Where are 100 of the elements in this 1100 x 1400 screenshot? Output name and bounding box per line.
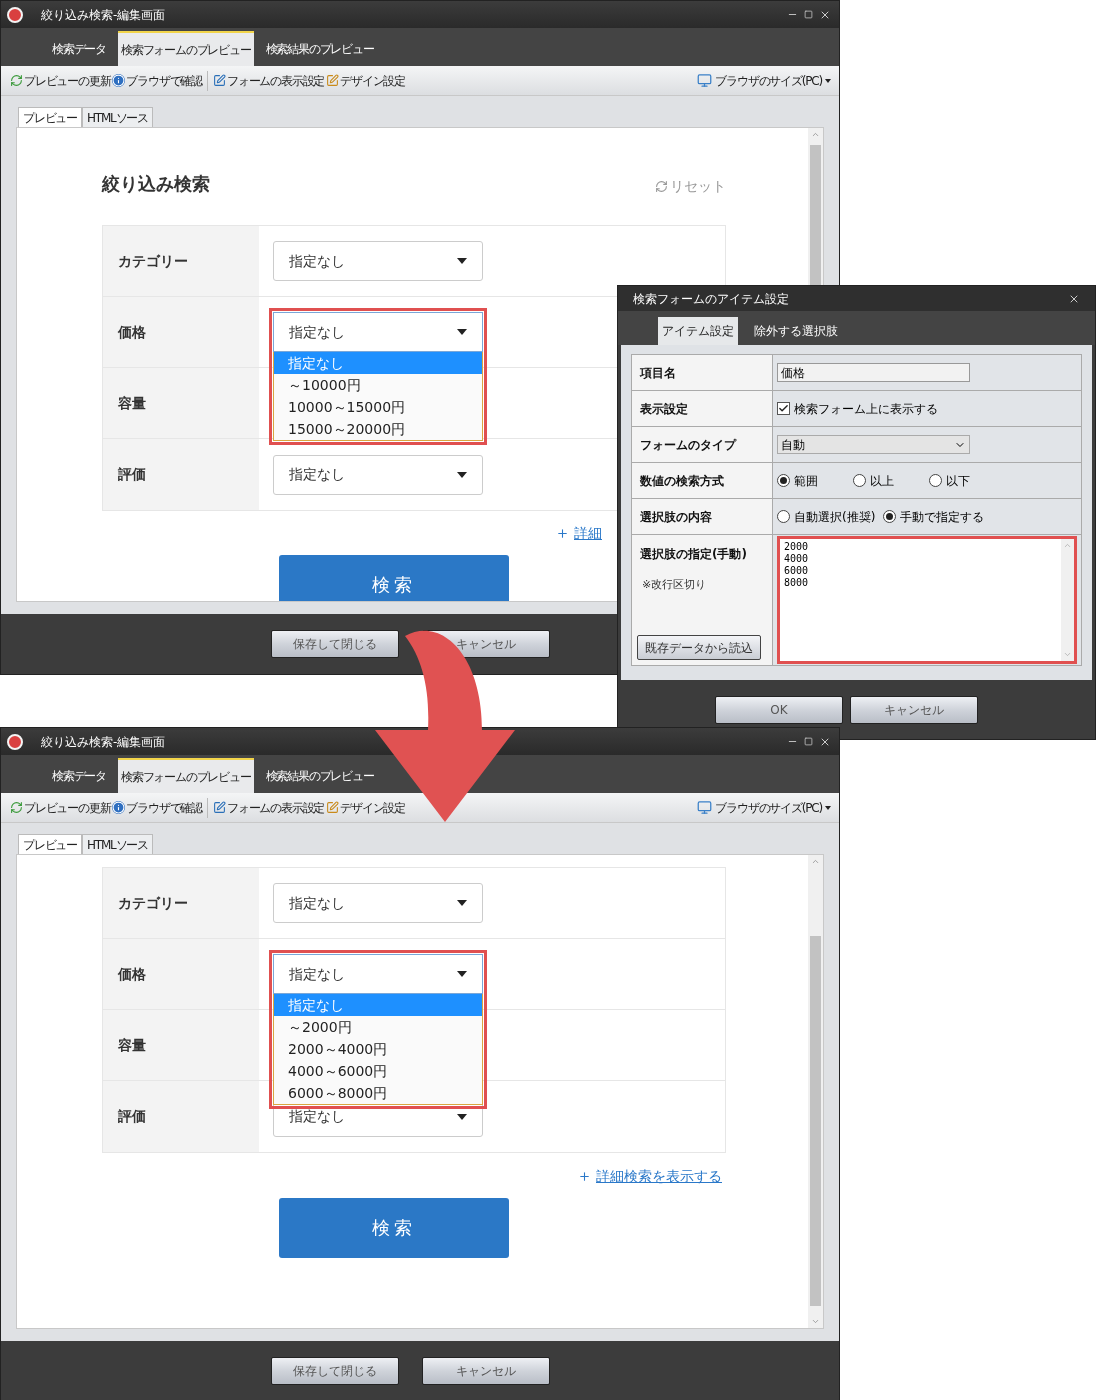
monitor-icon [697, 800, 713, 815]
dropdown-option[interactable]: 4000～6000円 [274, 1060, 482, 1082]
dialog-title: 検索フォームのアイテム設定 [633, 290, 789, 308]
note-text: ※改行区切り [642, 577, 708, 593]
caret-icon [825, 805, 831, 810]
size-menu[interactable]: ブラウザのサイズ(PC) [697, 71, 831, 90]
caret-icon [457, 971, 467, 977]
field-label: 価格 [118, 322, 146, 342]
app-icon [7, 6, 23, 23]
field-label: 価格 [118, 964, 146, 984]
checkbox[interactable] [777, 402, 790, 415]
search-button[interactable]: 検索 [279, 1198, 509, 1258]
plus-icon [556, 527, 569, 540]
field-label: 評価 [118, 1107, 146, 1126]
footer-button[interactable]: キャンセル [850, 695, 978, 724]
radio-label: 以下 [946, 472, 970, 490]
window-tab[interactable]: 検索結果のプレビュー [255, 31, 384, 66]
advanced-search-link[interactable]: 詳細 [556, 523, 602, 544]
window-title: 絞り込み検索-編集画面 [41, 6, 166, 24]
form-heading: 絞り込み検索 [102, 172, 210, 196]
maximize-icon[interactable] [804, 10, 813, 19]
footer-button[interactable]: 保存して閉じる [270, 1357, 399, 1385]
setting-label: 選択肢の内容 [640, 508, 713, 526]
load-button[interactable]: 既存データから読込 [637, 635, 761, 660]
size-menu[interactable]: ブラウザのサイズ(PC) [697, 798, 831, 817]
radio-button[interactable] [853, 474, 866, 487]
dropdown-option[interactable]: 10000～15000円 [274, 396, 482, 418]
field-label: 容量 [118, 393, 146, 413]
setting-label: フォームのタイプ [640, 436, 738, 454]
footer-button[interactable]: キャンセル [421, 1357, 550, 1385]
select-field[interactable]: 指定なし [273, 883, 483, 923]
edit-icon [326, 801, 340, 814]
setting-label: 表示設定 [640, 400, 689, 418]
toolbar-button[interactable]: デザイン設定 [325, 798, 407, 817]
checkbox-label: 検索フォーム上に表示する [794, 400, 938, 418]
advanced-search-link[interactable]: 詳細検索を表示する [578, 1165, 722, 1187]
window-tab[interactable]: 検索データ [42, 31, 116, 66]
setting-label: 選択肢の指定(手動) [640, 546, 748, 563]
radio-label: 以上 [870, 472, 894, 490]
refresh-icon [10, 74, 23, 87]
edit-icon [326, 74, 340, 87]
radio-button[interactable] [929, 474, 942, 487]
maximize-icon[interactable] [804, 737, 813, 746]
toolbar-button[interactable]: ブラウザで確認 [111, 798, 203, 817]
edit-icon [213, 74, 226, 87]
dropdown-option[interactable]: 2000～4000円 [274, 1038, 482, 1060]
toolbar-button[interactable]: プレビューの更新 [9, 71, 112, 90]
caret-icon [457, 900, 467, 906]
dropdown-option[interactable]: ～2000円 [274, 1016, 482, 1038]
dialog-tab[interactable]: アイテム設定 [658, 317, 738, 345]
field-label: 容量 [118, 1035, 146, 1055]
footer-button[interactable]: 保存して閉じる [270, 630, 399, 658]
radio-button[interactable] [777, 510, 790, 523]
select-field[interactable]: 指定なし [273, 454, 483, 495]
caret-icon [457, 1113, 467, 1120]
field-label: カテゴリー [118, 251, 188, 271]
view-tab[interactable]: プレビュー [18, 107, 82, 127]
radio-label: 範囲 [794, 472, 818, 490]
plus-icon [578, 1169, 591, 1183]
refresh-icon [10, 801, 23, 814]
window-tab[interactable]: 検索データ [42, 758, 116, 793]
radio-label: 自動選択(推奨) [794, 508, 876, 526]
toolbar-button[interactable]: フォームの表示設定 [212, 71, 326, 90]
window-tab[interactable]: 検索フォームのプレビュー [118, 31, 254, 66]
window-title: 絞り込み検索-編集画面 [41, 733, 166, 751]
toolbar-button[interactable]: プレビューの更新 [9, 798, 112, 817]
view-tab[interactable]: プレビュー [18, 834, 82, 854]
view-tab[interactable]: HTMLソース [82, 107, 153, 127]
caret-icon [457, 258, 467, 264]
name-field[interactable]: 価格 [777, 363, 970, 382]
setting-label: 項目名 [640, 364, 677, 382]
app-icon [7, 733, 23, 750]
caret-icon [457, 471, 467, 478]
view-tab[interactable]: HTMLソース [82, 834, 153, 854]
radio-button[interactable] [777, 474, 790, 487]
dropdown-option[interactable]: ～10000円 [274, 374, 482, 396]
footer-button[interactable]: OK [715, 695, 843, 724]
search-button[interactable]: 検索 [279, 555, 509, 601]
setting-label: 数値の検索方式 [640, 472, 725, 490]
radio-label: 手動で指定する [900, 508, 985, 526]
select-field[interactable]: 指定なし [273, 241, 483, 281]
toolbar-button[interactable]: ブラウザで確認 [111, 71, 203, 90]
window-tab[interactable]: 検索フォームのプレビュー [118, 758, 254, 793]
field-label: カテゴリー [118, 893, 188, 913]
caret-icon [457, 329, 467, 335]
toolbar-button[interactable]: デザイン設定 [325, 71, 407, 90]
dropdown-option[interactable]: 15000～20000円 [274, 418, 482, 440]
caret-icon [825, 78, 831, 83]
type-select[interactable]: 自動 [777, 435, 970, 454]
dialog-tab[interactable]: 除外する選択肢 [750, 317, 842, 345]
info-icon [112, 801, 126, 814]
edit-icon [213, 801, 226, 814]
info-icon [112, 74, 126, 87]
window-tab[interactable]: 検索結果のプレビュー [255, 758, 384, 793]
reset-icon [655, 180, 668, 193]
monitor-icon [697, 73, 713, 88]
toolbar-button[interactable]: フォームの表示設定 [212, 798, 326, 817]
select-field[interactable]: 指定なし [273, 312, 483, 352]
select-field[interactable]: 指定なし [273, 954, 483, 994]
radio-button[interactable] [883, 510, 897, 523]
